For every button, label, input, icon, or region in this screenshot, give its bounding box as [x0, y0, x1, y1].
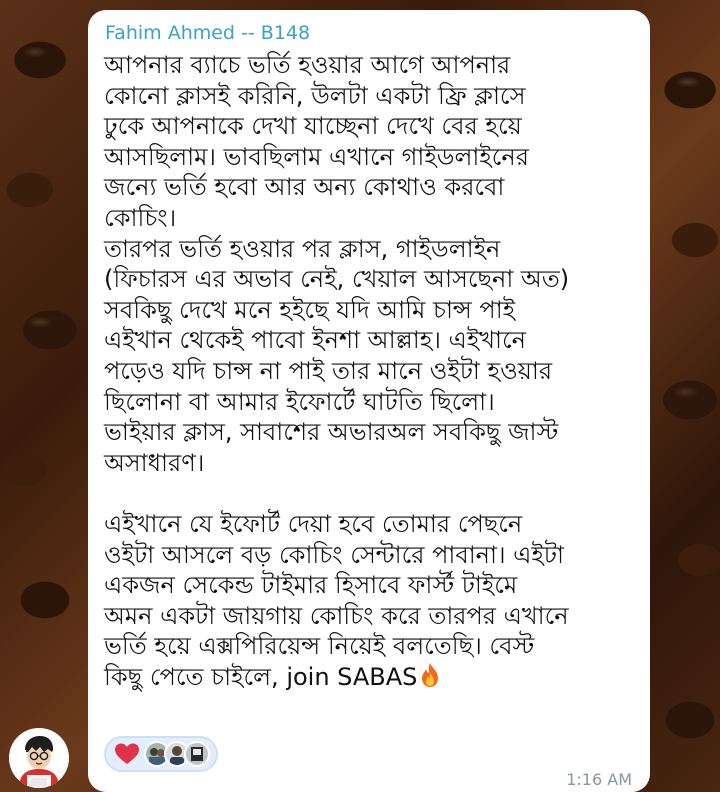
avatar-cartoon-boy: [9, 728, 69, 788]
fire-icon: [422, 662, 439, 687]
reactor-avatar[interactable]: [184, 741, 210, 767]
reactions-bar[interactable]: [104, 736, 218, 772]
sender-name[interactable]: Fahim Ahmed -- B148: [105, 20, 634, 46]
message-bubble[interactable]: Fahim Ahmed -- B148 আপনার ব্যাচে ভর্তি হ…: [88, 10, 650, 792]
message-text-container: আপনার ব্যাচে ভর্তি হওয়ার আগে আপনার কোনো…: [104, 50, 634, 692]
message-text: আপনার ব্যাচে ভর্তি হওয়ার আগে আপনার কোনো…: [104, 51, 570, 691]
reactor-avatar-image: [186, 743, 208, 765]
chat-screen: { "message": { "sender": "Fahim Ahmed --…: [0, 0, 720, 792]
sender-avatar[interactable]: [9, 728, 69, 788]
heart-icon[interactable]: [114, 742, 140, 766]
message-timestamp: 1:16 AM: [566, 770, 632, 789]
